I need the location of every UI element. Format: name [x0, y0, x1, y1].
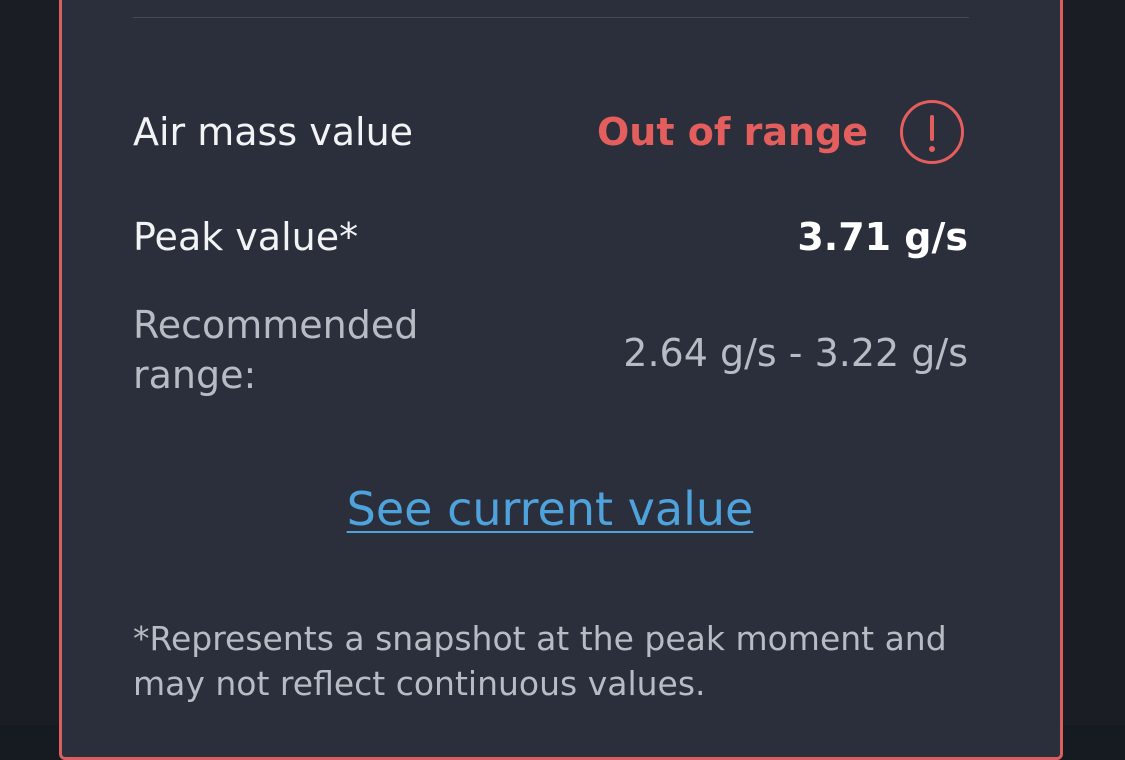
- air-mass-label: Air mass value: [133, 110, 414, 154]
- section-divider: [133, 17, 969, 18]
- background-left: [0, 0, 59, 725]
- recommended-range-value: 2.64 g/s - 3.22 g/s: [623, 331, 968, 375]
- background-right: [1063, 0, 1125, 725]
- exclamation-dot: [929, 146, 935, 152]
- see-current-value-link[interactable]: See current value: [0, 480, 1100, 540]
- exclamation-bar: [930, 115, 934, 141]
- peak-value-label: Peak value*: [133, 215, 359, 259]
- status-out-of-range: Out of range: [596, 110, 868, 154]
- recommended-range-label: Recommended range:: [133, 303, 419, 397]
- footnote-text: *Represents a snapshot at the peak momen…: [133, 619, 947, 703]
- peak-value: 3.71 g/s: [797, 215, 968, 259]
- exclamation-circle-icon: [900, 100, 964, 164]
